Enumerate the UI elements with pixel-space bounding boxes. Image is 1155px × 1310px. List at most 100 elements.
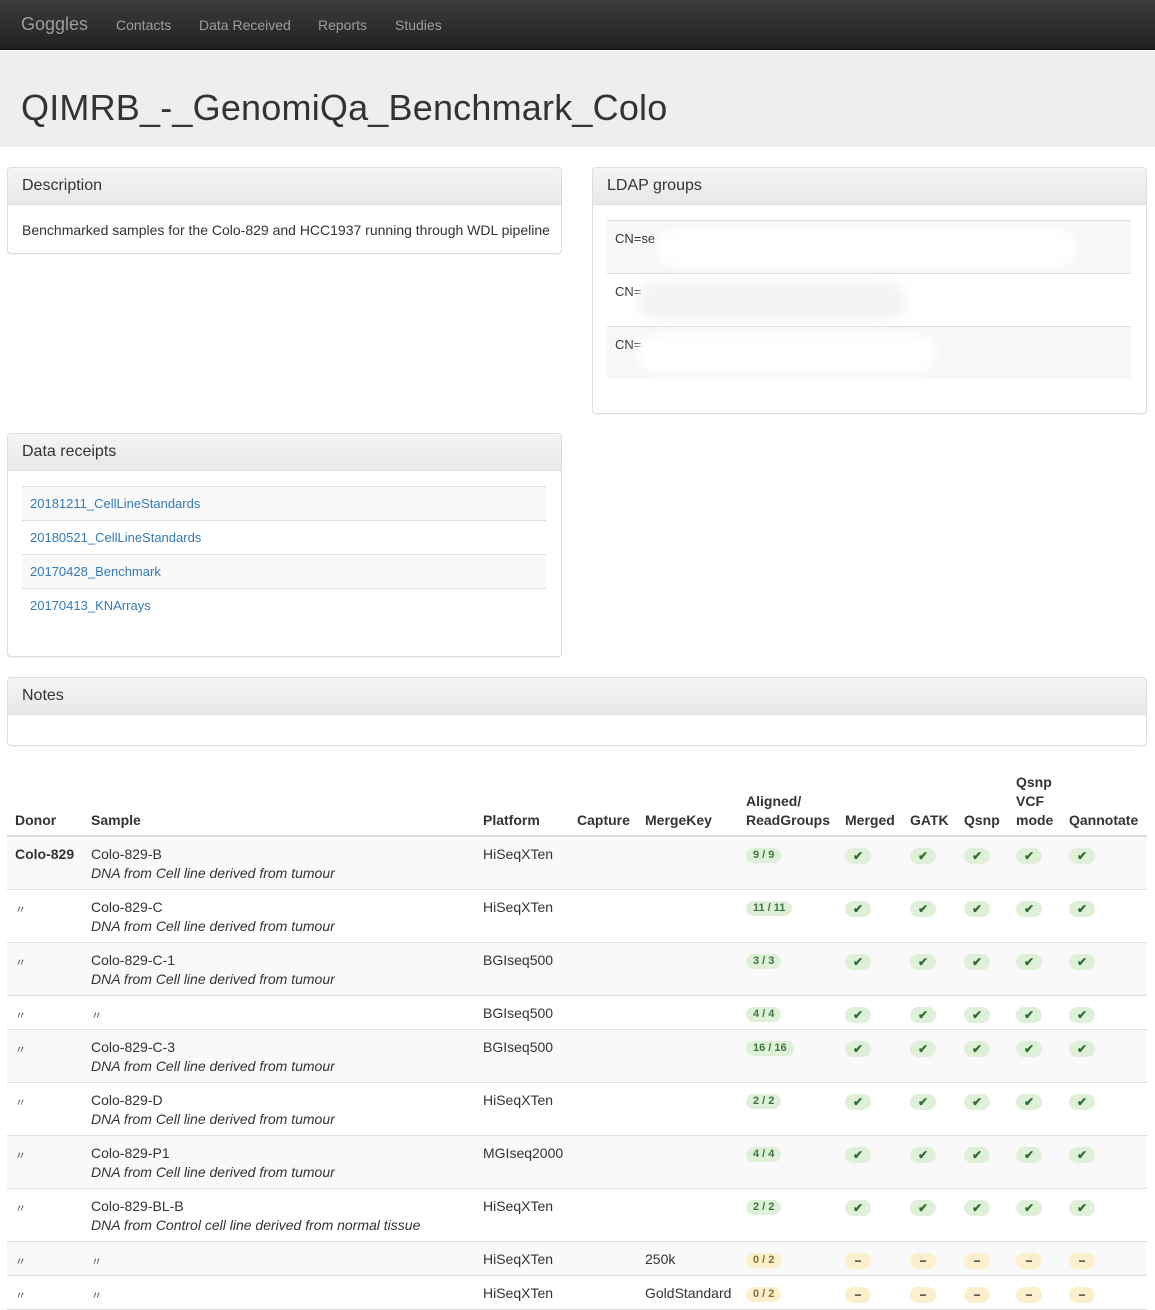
check-icon: ✔ <box>845 1094 871 1110</box>
redaction-mask <box>657 229 1077 267</box>
description-text: Benchmarked samples for the Colo-829 and… <box>22 222 550 238</box>
col-header-donor: Donor <box>15 812 57 828</box>
sample-name: 〃 <box>91 1290 102 1302</box>
check-icon: ✔ <box>964 1041 990 1057</box>
check-icon: ✔ <box>1016 1200 1042 1216</box>
check-icon: ✔ <box>964 1200 990 1216</box>
ldap-heading: LDAP groups <box>593 168 1146 205</box>
donor-cell: 〃 <box>15 1256 26 1268</box>
check-icon: ✔ <box>1016 901 1042 917</box>
receipt-row: 20170413_KNArrays <box>22 588 546 622</box>
nav-data-received[interactable]: Data Received <box>199 17 291 33</box>
minus-icon: − <box>910 1287 936 1303</box>
receipt-link[interactable]: 20170413_KNArrays <box>30 598 151 613</box>
donor-cell: 〃 <box>15 904 26 916</box>
sample-description: DNA from Cell line derived from tumour <box>91 918 335 934</box>
sample-name: Colo-829-C-1 <box>91 952 176 968</box>
check-icon: ✔ <box>845 954 871 970</box>
minus-icon: − <box>910 1253 936 1269</box>
nav-contacts[interactable]: Contacts <box>116 17 171 33</box>
table-row: 〃 Colo-829-BL-B DNA from Control cell line… <box>7 1189 1147 1242</box>
receipt-link[interactable]: 20181211_CellLineStandards <box>30 496 200 511</box>
redaction-mask <box>637 282 907 320</box>
minus-icon: − <box>1016 1287 1042 1303</box>
page-title: QIMRB_-_GenomiQa_Benchmark_Colo <box>21 87 668 128</box>
check-icon: ✔ <box>910 1200 936 1216</box>
check-icon: ✔ <box>910 1041 936 1057</box>
receipt-link[interactable]: 20170428_Benchmark <box>30 564 161 579</box>
col-header-mergekey: MergeKey <box>645 812 712 828</box>
platform-cell: BGIseq500 <box>483 1005 554 1021</box>
check-icon: ✔ <box>910 1147 936 1163</box>
receipt-row: 20180521_CellLineStandards <box>22 520 546 554</box>
sample-name: Colo-829-BL-B <box>91 1198 184 1214</box>
aligned-readgroups-badge: 2 / 2 <box>746 1200 782 1215</box>
check-icon: ✔ <box>964 848 990 864</box>
check-icon: ✔ <box>1069 901 1095 917</box>
aligned-readgroups-badge: 0 / 2 <box>746 1287 782 1302</box>
check-icon: ✔ <box>845 1007 871 1023</box>
nav-reports[interactable]: Reports <box>318 17 367 33</box>
sample-description: DNA from Cell line derived from tumour <box>91 971 335 987</box>
sample-name: Colo-829-B <box>91 846 162 862</box>
ldap-title: LDAP groups <box>607 177 702 194</box>
check-icon: ✔ <box>910 954 936 970</box>
platform-cell: HiSeqXTen <box>483 846 554 862</box>
notes-panel: Notes <box>7 677 1147 746</box>
ldap-panel: LDAP groups CN=se CN= CN= <box>592 167 1147 414</box>
col-header-qsnp-vcf-line1: Qsnp <box>1016 774 1052 790</box>
description-title: Description <box>22 177 103 194</box>
mergekey-cell: 250k <box>645 1251 676 1267</box>
receipt-row: 20170428_Benchmark <box>22 554 546 588</box>
table-row: Colo-829 Colo-829-B DNA from Cell line der… <box>7 837 1147 890</box>
check-icon: ✔ <box>845 848 871 864</box>
check-icon: ✔ <box>1069 848 1095 864</box>
col-header-merged: Merged <box>845 812 895 828</box>
receipt-link[interactable]: 20180521_CellLineStandards <box>30 530 201 545</box>
table-row: 〃 Colo-829-C DNA from Cell line derived fr… <box>7 890 1147 943</box>
minus-icon: − <box>845 1287 871 1303</box>
check-icon: ✔ <box>845 1041 871 1057</box>
check-icon: ✔ <box>845 1147 871 1163</box>
check-icon: ✔ <box>845 1200 871 1216</box>
ldap-group-item: CN=se <box>607 220 1131 273</box>
check-icon: ✔ <box>845 901 871 917</box>
aligned-readgroups-badge: 16 / 16 <box>746 1041 794 1056</box>
receipt-row: 20181211_CellLineStandards <box>22 486 546 520</box>
table-row: 〃 Colo-829-D DNA from Cell line derived fr… <box>7 1083 1147 1136</box>
sample-name: 〃 <box>91 1010 102 1022</box>
check-icon: ✔ <box>1016 1094 1042 1110</box>
check-icon: ✔ <box>1016 848 1042 864</box>
table-row: 〃 Colo-829-C-3 DNA from Cell line derived … <box>7 1030 1147 1083</box>
aligned-readgroups-badge: 2 / 2 <box>746 1094 782 1109</box>
sample-name: Colo-829-C-3 <box>91 1039 176 1055</box>
check-icon: ✔ <box>1069 1007 1095 1023</box>
donor-cell: Colo-829 <box>15 846 75 862</box>
minus-icon: − <box>964 1253 990 1269</box>
ldap-group-item: CN= <box>607 326 1131 379</box>
sample-description: DNA from Cell line derived from tumour <box>91 865 335 881</box>
sample-description: DNA from Cell line derived from tumour <box>91 1164 335 1180</box>
check-icon: ✔ <box>910 848 936 864</box>
donor-cell: 〃 <box>15 1097 26 1109</box>
check-icon: ✔ <box>964 1007 990 1023</box>
mergekey-cell: GoldStandard <box>645 1285 732 1301</box>
check-icon: ✔ <box>910 901 936 917</box>
page-header: QIMRB_-_GenomiQa_Benchmark_Colo <box>0 51 1155 147</box>
sample-name: 〃 <box>91 1256 102 1268</box>
sample-name: Colo-829-P1 <box>91 1145 170 1161</box>
check-icon: ✔ <box>1016 1147 1042 1163</box>
minus-icon: − <box>964 1287 990 1303</box>
check-icon: ✔ <box>964 1147 990 1163</box>
table-row: 〃 〃 BGIseq500 4 / 4 ✔ ✔ ✔ ✔ ✔ <box>7 996 1147 1030</box>
col-header-qannotate: Qannotate <box>1069 812 1139 828</box>
check-icon: ✔ <box>910 1094 936 1110</box>
brand-link[interactable]: Goggles <box>21 14 88 35</box>
platform-cell: HiSeqXTen <box>483 1092 554 1108</box>
col-header-aligned-line1: Aligned/ <box>746 793 802 809</box>
sample-description: DNA from Cell line derived from tumour <box>91 1111 335 1127</box>
donor-cell: 〃 <box>15 957 26 969</box>
aligned-readgroups-badge: 9 / 9 <box>746 848 782 863</box>
check-icon: ✔ <box>964 954 990 970</box>
nav-studies[interactable]: Studies <box>395 17 442 33</box>
